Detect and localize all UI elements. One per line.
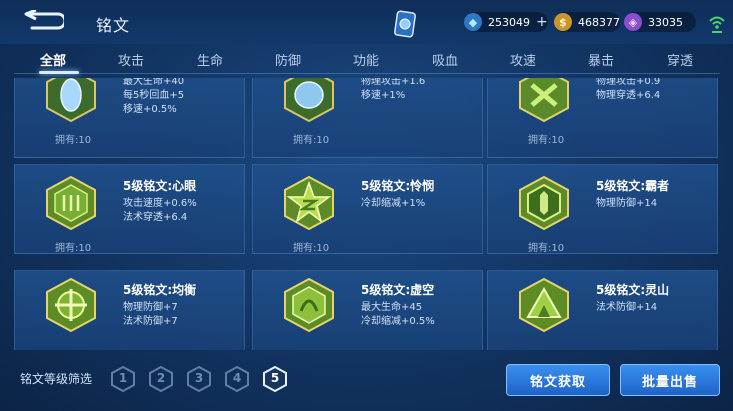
stat-line: 最大生命+45 [361,302,423,313]
tab-critical[interactable]: 暴击 [588,50,614,69]
star-rune-icon [284,175,334,231]
stat-line: 物理攻击+0.9 [596,78,661,87]
page-title: 铭文 [96,16,131,35]
inscription-card[interactable]: 物理攻击+0.9 物理穿透+6.4 拥有:10 [487,78,718,158]
stat-line: 物理穿透+6.4 [596,90,661,101]
owned-count: 拥有:10 [55,135,92,146]
leaf-rune-icon [284,78,334,123]
stat-line: 物理防御+14 [596,198,658,209]
level-filter-2[interactable]: 2 [149,365,173,393]
level-filter-label: 铭文等级筛选 [20,372,93,386]
tab-defense[interactable]: 防御 [275,50,301,69]
bulk-sell-button[interactable]: 批量出售 [620,364,720,396]
wifi-signal-icon [709,16,725,33]
diamond-balance: ◆ 253049 + [464,12,548,32]
inscription-name: 5级铭文:霸者 [596,179,670,193]
crossed-rune-icon [519,78,569,123]
inscription-card[interactable]: 5级铭文:怜悯 冷却缩减+1% 拥有:10 [252,164,483,254]
level-number: 1 [118,371,128,385]
stat-line: 冷却缩减+0.5% [361,316,435,327]
level-filter-1[interactable]: 1 [111,365,135,393]
tab-utility[interactable]: 功能 [353,50,379,69]
stat-line: 冷却缩减+1% [361,198,426,209]
stat-line: 物理攻击+1.6 [361,78,426,87]
inscription-name: 5级铭文:虚空 [361,283,435,297]
gem-amount: 33035 [648,15,683,29]
stat-line: 物理防御+7 [123,302,178,313]
stat-line: 法术防御+14 [596,302,658,313]
leaf-rune-icon [46,78,96,123]
category-tabs: 全部 攻击 生命 防御 功能 吸血 攻速 暴击 穿透 [14,46,720,74]
shield-rune-icon [519,175,569,231]
cross-rune-icon [46,277,96,333]
level-filter-3[interactable]: 3 [187,365,211,393]
inscription-name: 5级铭文:心眼 [123,179,197,193]
eye-rune-icon [46,175,96,231]
tab-attack[interactable]: 攻击 [118,50,144,69]
gem-icon: ◈ [624,13,642,31]
tab-lifesteal[interactable]: 吸血 [432,50,458,69]
gem-balance: ◈ 33035 [624,12,696,32]
tab-penetration[interactable]: 穿透 [667,50,693,69]
inscription-card[interactable]: 最大生命+40 每5秒回血+5 移速+0.5% 拥有:10 [14,78,245,158]
void-rune-icon [284,277,334,333]
owned-count: 拥有:10 [528,243,565,254]
gold-balance: $ 468377 [554,12,620,32]
inscription-card[interactable]: 5级铭文:均衡 物理防御+7 法术防御+7 [14,270,245,350]
stat-line: 每5秒回血+5 [123,90,185,101]
level-number: 2 [156,371,166,385]
owned-count: 拥有:10 [293,135,330,146]
stat-line: 最大生命+40 [123,78,185,87]
owned-count: 拥有:10 [55,243,92,254]
rune-book-icon[interactable] [394,10,416,38]
gold-coin-icon: $ [554,13,572,31]
stat-line: 攻击速度+0.6% [123,198,197,209]
diamond-icon: ◆ [464,13,482,31]
tab-attack-speed[interactable]: 攻速 [510,50,536,69]
gold-amount: 468377 [578,15,620,29]
stat-line: 法术防御+7 [123,316,178,327]
inscription-card[interactable]: 5级铭文:灵山 法术防御+14 [487,270,718,350]
owned-count: 拥有:10 [528,135,565,146]
level-filter-5[interactable]: 5 [263,365,287,393]
inscription-card[interactable]: 物理攻击+1.6 移速+1% 拥有:10 [252,78,483,158]
top-bar: 铭文 ◆ 253049 + $ 468377 ◈ 33035 [0,0,733,44]
tab-all[interactable]: 全部 [40,50,66,69]
owned-count: 拥有:10 [293,243,330,254]
level-number: 4 [232,371,242,385]
inscription-name: 5级铭文:灵山 [596,283,670,297]
inscription-card[interactable]: 5级铭文:霸者 物理防御+14 拥有:10 [487,164,718,254]
level-number: 5 [270,371,280,385]
level-number: 3 [194,371,204,385]
inscription-grid[interactable]: 最大生命+40 每5秒回血+5 移速+0.5% 拥有:10 物理攻击+1.6 移… [14,78,722,350]
mountain-rune-icon [519,277,569,333]
level-filter-4[interactable]: 4 [225,365,249,393]
stat-line: 法术穿透+6.4 [123,212,188,223]
back-arrow-icon[interactable] [22,10,64,32]
tab-health[interactable]: 生命 [197,50,223,69]
acquire-inscription-button[interactable]: 铭文获取 [506,364,610,396]
add-diamond-button[interactable]: + [536,14,548,30]
inscription-name: 5级铭文:均衡 [123,283,197,297]
inscription-card[interactable]: 5级铭文:虚空 最大生命+45 冷却缩减+0.5% [252,270,483,350]
active-tab-indicator [39,71,79,74]
stat-line: 移速+0.5% [123,104,177,115]
diamond-amount: 253049 [488,15,530,29]
inscription-card[interactable]: 5级铭文:心眼 攻击速度+0.6% 法术穿透+6.4 拥有:10 [14,164,245,254]
inscription-name: 5级铭文:怜悯 [361,179,435,193]
stat-line: 移速+1% [361,90,406,101]
